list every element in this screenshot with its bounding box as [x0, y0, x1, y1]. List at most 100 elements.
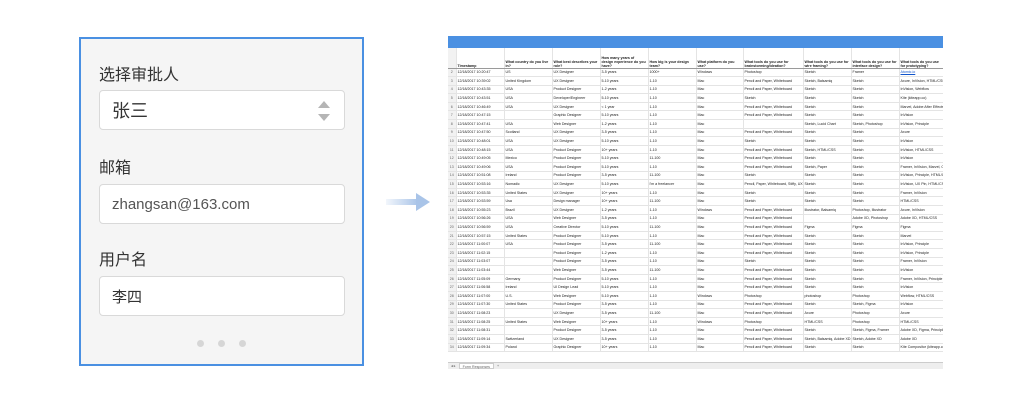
column-header[interactable]: What tools do you use for wire framing? [803, 48, 852, 69]
table-cell[interactable]: 3-5 years [600, 239, 649, 249]
table-cell[interactable]: Product Designer [552, 274, 601, 284]
table-cell[interactable]: 12/18/2017 11:06:58 [456, 282, 505, 292]
column-header[interactable]: How big is your design team? [648, 48, 697, 69]
table-cell[interactable]: InVision, Webflow [899, 85, 943, 95]
row-number[interactable]: 9 [448, 128, 457, 138]
row-number[interactable]: 22 [448, 239, 457, 249]
table-cell[interactable]: 1-10 [648, 334, 697, 344]
table-cell[interactable]: Mac [696, 179, 744, 189]
table-cell[interactable]: Sketch [851, 282, 900, 292]
table-cell[interactable]: InVision, Principle [899, 119, 943, 129]
row-number[interactable]: 5 [448, 93, 457, 103]
table-cell[interactable]: UX Designer [552, 205, 601, 215]
table-cell[interactable]: 11-100 [648, 171, 697, 181]
table-cell[interactable]: 5-10 years [600, 93, 649, 103]
table-cell[interactable]: Mexico [504, 153, 553, 164]
table-cell[interactable]: Sketch [803, 282, 852, 292]
table-cell[interactable]: 5-10 years [600, 222, 649, 232]
row-number[interactable]: 33 [448, 334, 457, 344]
table-cell[interactable]: Switzerland [504, 334, 553, 344]
table-cell[interactable]: UX Designer [552, 102, 601, 112]
table-cell[interactable] [504, 248, 553, 258]
table-cell[interactable]: USA [504, 162, 553, 172]
table-cell[interactable]: Product Designer [552, 300, 601, 310]
page-dot[interactable] [197, 340, 204, 347]
row-number[interactable]: 7 [448, 110, 457, 121]
table-cell[interactable]: Photoshop [743, 317, 804, 327]
table-cell[interactable]: Creative Director [552, 222, 601, 232]
row-number[interactable]: 26 [448, 274, 457, 284]
table-cell[interactable]: 12/18/2017 11:03:07 [456, 257, 505, 267]
table-cell[interactable]: Sketch [803, 265, 852, 275]
table-cell[interactable]: Scotland [504, 128, 553, 138]
table-cell[interactable]: Pencil and Paper, Whiteboard [743, 214, 804, 224]
table-cell[interactable]: Nomadic [504, 179, 553, 189]
table-cell[interactable]: Product Designer [552, 231, 601, 241]
table-cell[interactable]: Photoshop [851, 291, 900, 301]
row-number[interactable]: 4 [448, 85, 457, 95]
table-cell[interactable]: 1-10 [648, 231, 697, 241]
table-cell[interactable]: InVision, Principle [899, 239, 943, 249]
table-cell[interactable]: 11-100 [648, 239, 697, 249]
table-cell[interactable]: 5-10 years [600, 76, 649, 86]
table-cell[interactable]: 3-5 years [600, 325, 649, 335]
table-cell[interactable]: 3-5 years [600, 171, 649, 181]
table-cell[interactable]: 12/18/2017 10:39:02 [456, 76, 505, 86]
table-cell[interactable]: Sketch [803, 343, 852, 353]
table-cell[interactable]: USA [504, 85, 553, 95]
table-cell[interactable]: 12/18/2017 10:20:47 [456, 68, 505, 78]
table-cell[interactable]: Sketch [803, 179, 852, 189]
table-cell[interactable]: Pencil and Paper, Whiteboard [743, 300, 804, 310]
table-cell[interactable]: Pencil and Paper, Whiteboard [743, 282, 804, 292]
column-header[interactable]: What country do you live in? [504, 48, 553, 69]
table-cell[interactable]: Sketch [851, 145, 900, 155]
table-cell[interactable]: Mac [696, 248, 744, 258]
table-cell[interactable]: 1-10 [648, 128, 697, 138]
table-cell[interactable]: HTML/CSS [899, 317, 943, 327]
table-cell[interactable]: 12/18/2017 10:48:01 [456, 136, 505, 146]
table-cell[interactable]: 12/18/2017 10:53:16 [456, 179, 505, 189]
row-number[interactable]: 34 [448, 343, 457, 353]
row-number[interactable]: 2 [448, 68, 457, 78]
table-cell[interactable]: Graphic Designer [552, 343, 601, 353]
table-cell[interactable]: 5-10 years [600, 282, 649, 292]
table-cell[interactable]: Mac [696, 334, 744, 344]
table-cell[interactable]: Pencil and Paper, Whiteboard [743, 265, 804, 275]
table-cell[interactable]: Mac [696, 265, 744, 275]
table-cell[interactable]: Web Designer [552, 291, 601, 301]
row-number[interactable]: 28 [448, 291, 457, 301]
table-cell[interactable]: Pencil and Paper, Whiteboard [743, 231, 804, 241]
table-cell[interactable]: Pencil and Paper, Whiteboard [743, 274, 804, 284]
table-cell[interactable]: 3-5 years [600, 300, 649, 310]
table-cell[interactable]: Product Designer [552, 85, 601, 95]
table-cell[interactable]: Product Designer [552, 171, 601, 181]
table-cell[interactable]: Mac [696, 222, 744, 232]
table-cell[interactable]: 12/18/2017 10:43:35 [456, 85, 505, 95]
table-cell[interactable]: 12/18/2017 10:47:41 [456, 119, 505, 129]
table-cell[interactable]: Pencil and Paper, Whiteboard [743, 76, 804, 86]
table-cell[interactable]: Web Designer [552, 265, 601, 275]
sheet-nav-icon[interactable]: ◂ ▸ [448, 364, 459, 368]
table-cell[interactable]: Photoshop [851, 308, 900, 318]
table-cell[interactable]: 12/18/2017 10:43:51 [456, 93, 505, 103]
table-cell[interactable]: Sketch [743, 188, 804, 198]
table-cell[interactable]: 1000+ [648, 68, 697, 78]
table-cell[interactable]: 12/18/2017 10:53:59 [456, 196, 505, 206]
table-cell[interactable]: 1-10 [648, 85, 697, 95]
table-cell[interactable]: US [504, 68, 553, 78]
table-cell[interactable]: Axure, InVision [899, 205, 943, 215]
table-cell[interactable]: InVision, HTML/CSS [899, 145, 943, 155]
table-cell[interactable]: USA [504, 93, 553, 103]
table-cell[interactable]: Sketch [803, 239, 852, 249]
table-cell[interactable]: Sketch [803, 231, 852, 241]
table-cell[interactable]: 5-10 years [600, 274, 649, 284]
table-cell[interactable]: Marvel, Adobe After Effects [899, 102, 943, 112]
table-cell[interactable]: Sketch [851, 231, 900, 241]
table-cell[interactable]: USA [504, 136, 553, 146]
row-number[interactable]: 18 [448, 205, 457, 215]
table-cell[interactable]: I'm a freelancer [648, 179, 697, 189]
table-cell[interactable]: 10+ years [600, 317, 649, 327]
row-number[interactable]: 21 [448, 231, 457, 241]
table-cell[interactable]: USA [504, 119, 553, 129]
table-cell[interactable]: Mac [696, 145, 744, 155]
